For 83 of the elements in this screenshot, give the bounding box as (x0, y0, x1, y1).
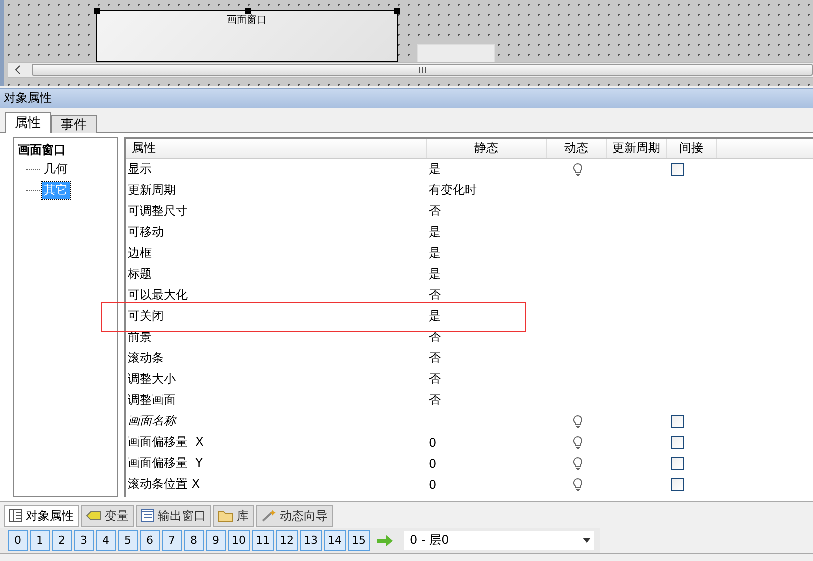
bottom-tab[interactable]: 库 (213, 505, 254, 527)
window-object-title: 画面窗口 (227, 14, 267, 26)
selection-handle[interactable] (394, 8, 400, 14)
layer-button[interactable]: 9 (206, 530, 226, 551)
screen-window-object[interactable]: 画面窗口 (96, 10, 398, 62)
static-value[interactable]: 否 (429, 371, 441, 388)
property-name: 画面偏移量 Y (128, 455, 203, 472)
static-value[interactable]: 是 (429, 266, 441, 283)
checkbox[interactable] (671, 163, 684, 176)
layer-button[interactable]: 12 (276, 530, 298, 551)
layer-button[interactable]: 2 (52, 530, 72, 551)
property-name: 调整大小 (128, 371, 176, 388)
static-value[interactable]: 是 (429, 245, 441, 262)
static-value[interactable]: 否 (429, 392, 441, 409)
column-header[interactable]: 间接 (667, 139, 717, 158)
checkbox[interactable] (671, 478, 684, 491)
folder-icon (218, 509, 234, 523)
layer-button[interactable]: 4 (96, 530, 116, 551)
property-name: 显示 (128, 161, 152, 178)
window-icon (141, 509, 155, 523)
static-value[interactable]: 是 (429, 308, 441, 325)
bottom-tab[interactable]: 输出窗口 (136, 505, 211, 527)
layer-button[interactable]: 6 (140, 530, 160, 551)
layer-button[interactable]: 11 (252, 530, 274, 551)
tree-root[interactable]: 画面窗口 (18, 142, 113, 159)
static-value[interactable]: 0 (429, 456, 437, 470)
property-name: 滚动条 (128, 350, 164, 367)
property-name: 可移动 (128, 224, 164, 241)
scrollbar-thumb[interactable] (32, 64, 813, 76)
column-header[interactable]: 静态 (427, 139, 547, 158)
property-name: 可以最大化 (128, 287, 188, 304)
property-name: 标题 (128, 266, 152, 283)
static-value[interactable]: 有变化时 (429, 182, 477, 199)
property-name: 边框 (128, 245, 152, 262)
property-name: 前景 (128, 329, 152, 346)
bottom-tab[interactable]: 变量 (81, 505, 134, 527)
property-name: 滚动条位置 X (128, 476, 200, 493)
column-header[interactable]: 属性 (126, 139, 427, 158)
wand-icon (261, 509, 277, 523)
layer-dropdown[interactable]: 0 - 层0 (404, 531, 594, 550)
layer-button[interactable]: 10 (228, 530, 250, 551)
static-value[interactable]: 是 (429, 224, 441, 241)
static-value[interactable]: 是 (429, 161, 441, 178)
column-header[interactable]: 动态 (547, 139, 607, 158)
property-name: 画面名称 (128, 413, 176, 430)
static-value[interactable]: 0 (429, 478, 437, 492)
layer-button[interactable]: 8 (184, 530, 204, 551)
tab[interactable]: 事件 (51, 115, 97, 133)
static-value[interactable]: 否 (429, 203, 441, 220)
bottom-tab[interactable]: 动态向导 (256, 505, 333, 527)
right-arrow-icon[interactable] (376, 534, 394, 548)
tab[interactable]: 属性 (5, 112, 51, 133)
selection-handle[interactable] (94, 8, 100, 14)
selection-handle[interactable] (245, 8, 251, 14)
layer-button[interactable]: 13 (300, 530, 322, 551)
bottom-tab[interactable]: 对象属性 (4, 505, 79, 527)
layer-button[interactable]: 7 (162, 530, 182, 551)
static-value[interactable]: 否 (429, 329, 441, 346)
static-value[interactable]: 否 (429, 350, 441, 367)
property-name: 调整画面 (128, 392, 176, 409)
column-header[interactable]: 更新周期 (607, 139, 667, 158)
panel-title: 对象属性 (4, 90, 52, 107)
layer-button[interactable]: 3 (74, 530, 94, 551)
static-value[interactable]: 0 (429, 436, 437, 450)
property-name: 可调整尺寸 (128, 203, 188, 220)
tree-item[interactable]: 几何 (42, 161, 70, 178)
static-value[interactable]: 否 (429, 287, 441, 304)
layer-button[interactable]: 0 (8, 530, 28, 551)
checkbox[interactable] (671, 436, 684, 449)
tag-icon (86, 510, 102, 522)
horizontal-scrollbar[interactable] (8, 62, 813, 78)
grip-icon (418, 67, 426, 73)
property-name: 画面偏移量 X (128, 434, 204, 451)
layer-button[interactable]: 1 (30, 530, 50, 551)
dropdown-arrow-icon (583, 538, 591, 543)
layer-button[interactable]: 14 (324, 530, 346, 551)
property-name: 更新周期 (128, 182, 176, 199)
list-icon (9, 509, 23, 523)
property-name: 可关闭 (128, 308, 164, 325)
layer-button[interactable]: 5 (118, 530, 138, 551)
checkbox[interactable] (671, 415, 684, 428)
checkbox[interactable] (671, 457, 684, 470)
layer-button[interactable]: 15 (348, 530, 370, 551)
